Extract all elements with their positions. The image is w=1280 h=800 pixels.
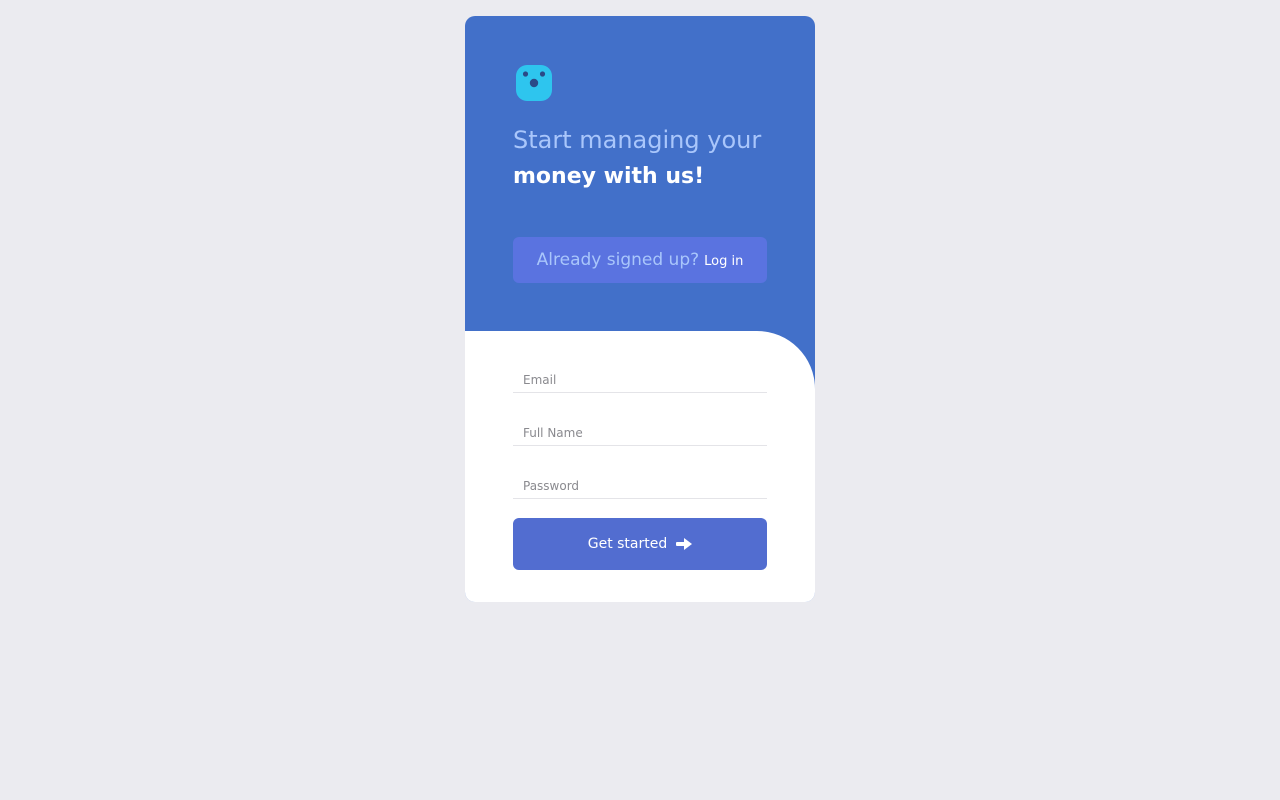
page-title: Start managing your money with us! — [513, 122, 773, 196]
signup-form: Get started — [465, 331, 815, 602]
arrow-right-icon — [676, 538, 693, 550]
get-started-button[interactable]: Get started — [513, 518, 767, 570]
fullname-field-wrapper — [513, 421, 767, 446]
password-field-wrapper — [513, 474, 767, 499]
already-signed-up-text: Already signed up? — [536, 250, 700, 270]
login-link[interactable]: Log in — [704, 254, 743, 269]
headline-bold: money with us! — [513, 164, 705, 189]
headline-light: Start managing your — [513, 126, 762, 154]
get-started-label: Get started — [587, 536, 668, 552]
password-field[interactable] — [513, 474, 767, 498]
fullname-field[interactable] — [513, 421, 767, 445]
face-logo-icon — [516, 65, 552, 101]
already-signed-up-box: Already signed up? Log in — [513, 237, 767, 283]
email-field-wrapper — [513, 368, 767, 393]
signup-card: Start managing your money with us! Alrea… — [465, 16, 815, 602]
email-field[interactable] — [513, 368, 767, 392]
